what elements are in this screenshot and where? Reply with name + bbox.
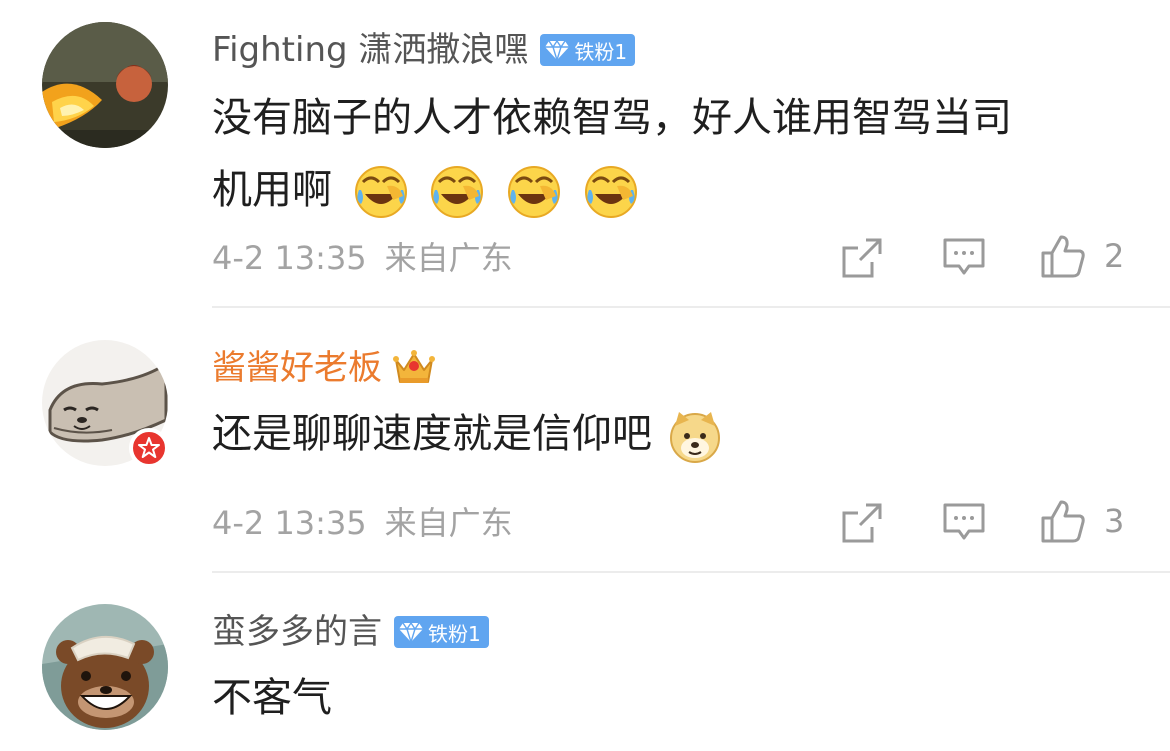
like-count: 2 bbox=[1104, 237, 1125, 275]
timestamp: 4-2 13:35 bbox=[212, 504, 367, 542]
laugh-cry-emoji bbox=[354, 166, 407, 218]
thumbs-up-icon bbox=[1041, 235, 1085, 278]
comment-text: 还是聊聊速度就是信仰吧 bbox=[212, 398, 1142, 470]
comment-meta: 4-2 13:35 来自广东 bbox=[212, 238, 513, 278]
fan-badge: 铁粉1 bbox=[394, 616, 489, 648]
divider bbox=[212, 571, 1170, 573]
username[interactable]: Fighting 潇洒撒浪嘿 bbox=[212, 28, 528, 72]
comment-text: 不客气 bbox=[212, 662, 1142, 734]
fan-badge-label: 铁粉1 bbox=[428, 621, 481, 646]
thumbs-up-icon bbox=[1041, 500, 1085, 543]
username[interactable]: 酱酱好老板 bbox=[212, 346, 382, 390]
like-button[interactable]: 3 bbox=[1040, 498, 1124, 544]
laugh-cry-emoji bbox=[508, 166, 561, 218]
reply-button[interactable] bbox=[942, 502, 986, 544]
share-icon bbox=[842, 238, 882, 278]
location: 来自广东 bbox=[384, 239, 513, 277]
comment-text: 没有脑子的人才依赖智驾，好人谁用智驾当司 机用啊 bbox=[212, 82, 1142, 226]
comment-icon bbox=[943, 503, 985, 540]
comment-text-line-2: 机用啊 bbox=[212, 154, 1142, 226]
share-button[interactable] bbox=[840, 236, 884, 280]
laugh-cry-emoji bbox=[584, 166, 637, 218]
comment-meta: 4-2 13:35 来自广东 bbox=[212, 503, 513, 543]
username[interactable]: 蛮多多的言 bbox=[212, 610, 382, 654]
star-icon bbox=[138, 437, 160, 458]
avatar[interactable] bbox=[42, 22, 168, 148]
share-icon bbox=[842, 503, 882, 543]
fan-badge: 铁粉1 bbox=[540, 34, 636, 66]
fan-badge-label: 铁粉1 bbox=[574, 39, 628, 64]
timestamp: 4-2 13:35 bbox=[212, 239, 367, 277]
verified-badge bbox=[129, 428, 169, 468]
comment-text-line: 还是聊聊速度就是信仰吧 bbox=[212, 411, 652, 457]
like-button[interactable]: 2 bbox=[1040, 233, 1124, 279]
crown-icon bbox=[393, 350, 435, 383]
reply-button[interactable] bbox=[942, 237, 986, 279]
share-button[interactable] bbox=[840, 501, 884, 545]
comment-icon bbox=[943, 238, 985, 275]
location: 来自广东 bbox=[384, 504, 513, 542]
comment-text-line: 没有脑子的人才依赖智驾，好人谁用智驾当司 bbox=[212, 95, 1012, 141]
comment-text-line: 不客气 bbox=[212, 675, 332, 721]
laugh-cry-emoji bbox=[431, 166, 484, 218]
username-row: 酱酱好老板 bbox=[212, 346, 436, 390]
diamond-icon bbox=[399, 621, 423, 643]
username-row: 蛮多多的言 铁粉1 bbox=[212, 610, 489, 654]
divider bbox=[212, 306, 1170, 308]
comment-text-line: 机用啊 bbox=[212, 167, 332, 213]
avatar[interactable] bbox=[42, 604, 168, 730]
like-count: 3 bbox=[1104, 502, 1125, 540]
diamond-icon bbox=[545, 39, 570, 61]
doge-emoji bbox=[669, 412, 720, 463]
username-row: Fighting 潇洒撒浪嘿 铁粉1 bbox=[212, 28, 636, 72]
